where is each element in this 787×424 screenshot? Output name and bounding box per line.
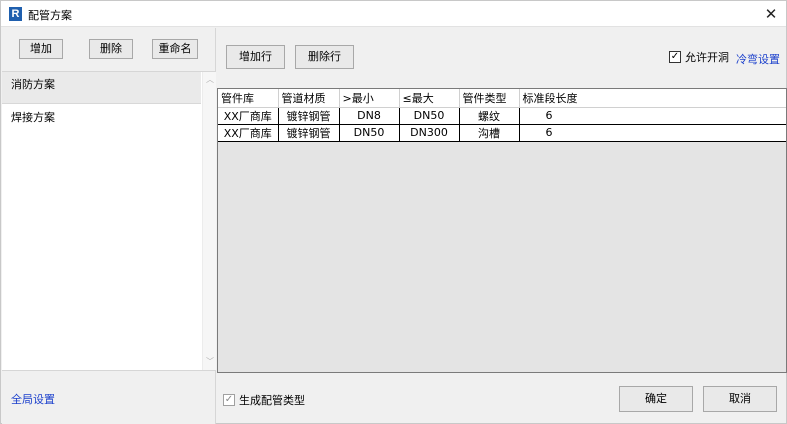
scheme-panel: 增加 删除 重命名 消防方案 焊接方案 ︿ ﹀ 全局设置 — [2, 28, 216, 424]
column-header[interactable]: 标准段长度 — [519, 89, 580, 108]
header-filler — [579, 89, 786, 108]
add-row-button[interactable]: 增加行 — [226, 45, 285, 69]
dialog-window: R 配管方案 ✕ 增加 删除 重命名 消防方案 焊接方案 ︿ ﹀ 全局设置 增加… — [0, 0, 787, 424]
add-scheme-button[interactable]: 增加 — [19, 39, 63, 59]
scheme-list-scrollbar[interactable]: ︿ ﹀ — [202, 72, 216, 370]
delete-row-button[interactable]: 删除行 — [295, 45, 354, 69]
global-settings-link[interactable]: 全局设置 — [11, 391, 55, 407]
row-filler — [579, 125, 786, 142]
table-cell[interactable]: XX厂商库 — [218, 107, 279, 125]
column-header[interactable]: 管件库 — [218, 89, 279, 108]
scheme-item-fire-protection[interactable]: 消防方案 — [2, 72, 201, 104]
table-cell[interactable]: 6 — [519, 107, 580, 125]
generate-pipe-type-option[interactable]: ✓ 生成配管类型 — [223, 392, 305, 408]
delete-scheme-button[interactable]: 删除 — [89, 39, 133, 59]
table-header-row: 管件库 管道材质 >最小 ≤最大 管件类型 标准段长度 — [218, 89, 580, 108]
table-cell[interactable]: DN8 — [339, 107, 400, 125]
column-header[interactable]: 管件类型 — [459, 89, 520, 108]
ok-button[interactable]: 确定 — [619, 386, 693, 412]
table-cell[interactable]: 镀锌钢管 — [278, 107, 340, 125]
table-cell[interactable]: 沟槽 — [459, 124, 520, 142]
pipe-config-table: 管件库 管道材质 >最小 ≤最大 管件类型 标准段长度 XX厂商库 镀锌钢管 D… — [218, 89, 580, 142]
scroll-up-icon[interactable]: ︿ — [206, 76, 214, 84]
scroll-down-icon[interactable]: ﹀ — [206, 358, 214, 366]
table-cell[interactable]: XX厂商库 — [218, 124, 279, 142]
scheme-list: 消防方案 焊接方案 ︿ ﹀ — [2, 71, 216, 371]
allow-opening-label: 允许开洞 — [685, 51, 729, 64]
column-header[interactable]: 管道材质 — [278, 89, 340, 108]
column-header[interactable]: ≤最大 — [399, 89, 460, 108]
table-cell[interactable]: 6 — [519, 124, 580, 142]
generate-pipe-type-checkbox[interactable]: ✓ — [223, 394, 235, 406]
title-bar: R 配管方案 ✕ — [1, 1, 786, 27]
table-row[interactable]: XX厂商库 镀锌钢管 DN50 DN300 沟槽 6 — [218, 124, 580, 142]
rename-scheme-button[interactable]: 重命名 — [152, 39, 198, 59]
table-cell[interactable]: DN50 — [339, 124, 400, 142]
row-filler — [579, 108, 786, 125]
scheme-detail-panel: 增加行 删除行 ✓ 允许开洞 冷弯设置 管件库 管道材质 >最小 ≤最大 管件类… — [217, 28, 787, 424]
table-cell[interactable]: 镀锌钢管 — [278, 124, 340, 142]
revit-app-icon: R — [9, 7, 22, 21]
table-cell[interactable]: DN300 — [399, 124, 460, 142]
pipe-config-grid: 管件库 管道材质 >最小 ≤最大 管件类型 标准段长度 XX厂商库 镀锌钢管 D… — [217, 88, 787, 373]
table-cell[interactable]: 螺纹 — [459, 107, 520, 125]
window-title: 配管方案 — [28, 9, 72, 22]
generate-pipe-type-label: 生成配管类型 — [239, 394, 305, 407]
column-header[interactable]: >最小 — [339, 89, 400, 108]
close-icon[interactable]: ✕ — [762, 4, 780, 24]
allow-opening-option[interactable]: ✓ 允许开洞 — [669, 50, 729, 64]
bend-settings-link[interactable]: 冷弯设置 — [736, 51, 780, 67]
allow-opening-checkbox[interactable]: ✓ — [669, 51, 681, 63]
table-row[interactable]: XX厂商库 镀锌钢管 DN8 DN50 螺纹 6 — [218, 107, 580, 125]
table-cell[interactable]: DN50 — [399, 107, 460, 125]
scheme-item-welding[interactable]: 焊接方案 — [2, 105, 201, 137]
cancel-button[interactable]: 取消 — [703, 386, 777, 412]
